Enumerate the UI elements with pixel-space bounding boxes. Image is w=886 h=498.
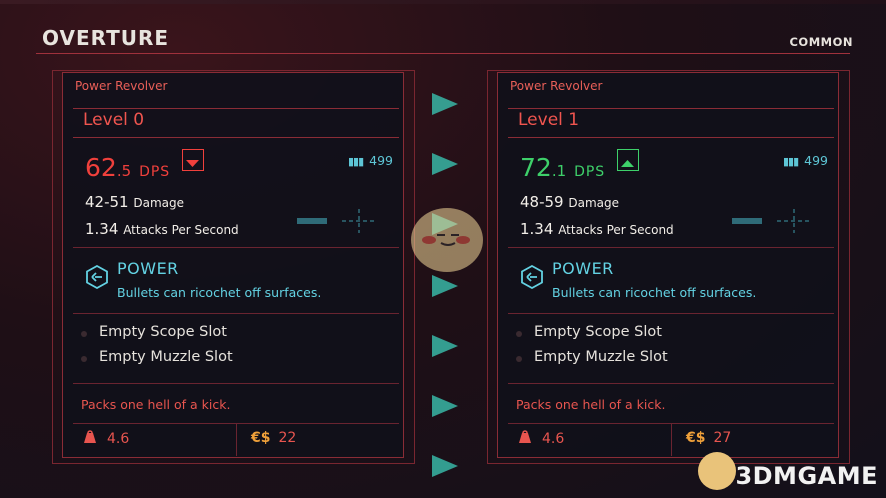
scope-reticle-icon <box>732 209 810 233</box>
price: €$ 27 <box>686 430 731 446</box>
dps-int: 72 <box>520 153 552 182</box>
weapon-level: Level 0 <box>83 110 145 130</box>
card-footer: 4.6 €$ 27 <box>508 423 834 456</box>
muzzle-slot-label: Empty Muzzle Slot <box>99 349 233 365</box>
watermark-mascot <box>411 208 483 272</box>
arrow-down-icon <box>182 149 205 171</box>
mod-description: Bullets can ricochet off surfaces. <box>552 285 757 300</box>
scope-reticle-icon <box>297 209 375 233</box>
ammo-icon: ▮▮▮ <box>347 155 364 168</box>
muzzle-slot-label: Empty Muzzle Slot <box>534 349 668 365</box>
tech-mod-icon <box>521 265 543 289</box>
comparison-arrow-icon <box>432 93 458 115</box>
weapon-name: Power Revolver <box>510 79 603 93</box>
flavor-text: Packs one hell of a kick. <box>81 397 231 412</box>
section-divider <box>73 313 399 314</box>
mod-title: POWER <box>117 259 179 278</box>
aps-value: 1.34 <box>520 220 554 238</box>
tech-mod-icon <box>86 265 108 289</box>
weapon-card-compare[interactable]: Power Revolver Level 1 72.1 DPS ▮▮▮ 499 4… <box>497 72 839 458</box>
weight: 4.6 <box>518 430 564 447</box>
dps-dec: .5 <box>116 162 132 180</box>
aps-label: Attacks Per Second <box>123 223 239 237</box>
level-bar: Level 1 <box>508 108 834 138</box>
weapon-card-current[interactable]: Power Revolver Level 0 62.5 DPS ▮▮▮ 499 4… <box>62 72 404 458</box>
dps-readout: 72.1 DPS <box>520 149 640 182</box>
scope-slot[interactable]: Empty Scope Slot <box>516 324 662 340</box>
section-divider <box>508 383 834 384</box>
scope-slot-label: Empty Scope Slot <box>534 324 662 340</box>
weight-icon <box>519 430 531 443</box>
page-title: OVERTURE <box>42 26 170 50</box>
weapon-name: Power Revolver <box>75 79 168 93</box>
dps-int: 62 <box>85 153 117 182</box>
watermark-text: 3DMGAME <box>735 462 878 490</box>
damage-value: 48-59 <box>520 193 564 211</box>
aps-stat: 1.34 Attacks Per Second <box>85 220 239 238</box>
weight: 4.6 <box>83 430 129 447</box>
section-divider <box>508 313 834 314</box>
comparison-arrow-icon <box>432 455 458 477</box>
section-divider <box>508 247 834 248</box>
price: €$ 22 <box>251 430 296 446</box>
dps-unit: DPS <box>139 164 171 180</box>
aps-value: 1.34 <box>85 220 119 238</box>
section-divider <box>73 247 399 248</box>
comparison-arrow-icon <box>432 395 458 417</box>
comparison-arrow-icon <box>432 153 458 175</box>
currency-icon: €$ <box>686 430 706 446</box>
comparison-arrow-icon <box>432 335 458 357</box>
dps-dec: .1 <box>551 162 567 180</box>
watermark-logo-icon <box>698 452 736 490</box>
damage-stat: 42-51 Damage <box>85 193 184 211</box>
arrow-up-icon <box>617 149 640 171</box>
ammo-icon: ▮▮▮ <box>782 155 799 168</box>
ammo-count: ▮▮▮ 499 <box>783 153 828 168</box>
card-footer: 4.6 €$ 22 <box>73 423 399 456</box>
footer-divider <box>671 424 672 456</box>
mod-description: Bullets can ricochet off surfaces. <box>117 285 322 300</box>
ammo-count: ▮▮▮ 499 <box>348 153 393 168</box>
price-value: 27 <box>713 430 732 446</box>
header-divider <box>36 53 850 54</box>
section-divider <box>73 383 399 384</box>
ammo-value: 499 <box>369 153 393 168</box>
weight-value: 4.6 <box>542 431 565 447</box>
weight-value: 4.6 <box>107 431 130 447</box>
level-bar: Level 0 <box>73 108 399 138</box>
dps-readout: 62.5 DPS <box>85 149 205 182</box>
currency-icon: €$ <box>251 430 271 446</box>
aps-label: Attacks Per Second <box>558 223 674 237</box>
flavor-text: Packs one hell of a kick. <box>516 397 666 412</box>
damage-stat: 48-59 Damage <box>520 193 619 211</box>
muzzle-slot[interactable]: Empty Muzzle Slot <box>516 349 668 365</box>
dps-unit: DPS <box>574 164 606 180</box>
weapon-level: Level 1 <box>518 110 580 130</box>
scope-slot-label: Empty Scope Slot <box>99 324 227 340</box>
price-value: 22 <box>278 430 297 446</box>
damage-label: Damage <box>568 196 620 210</box>
mod-title: POWER <box>552 259 614 278</box>
ammo-value: 499 <box>804 153 828 168</box>
damage-label: Damage <box>133 196 185 210</box>
scope-slot[interactable]: Empty Scope Slot <box>81 324 227 340</box>
top-bar <box>0 0 886 4</box>
footer-divider <box>236 424 237 456</box>
weight-icon <box>84 430 96 443</box>
damage-value: 42-51 <box>85 193 129 211</box>
rarity-label: COMMON <box>789 35 853 49</box>
muzzle-slot[interactable]: Empty Muzzle Slot <box>81 349 233 365</box>
aps-stat: 1.34 Attacks Per Second <box>520 220 674 238</box>
